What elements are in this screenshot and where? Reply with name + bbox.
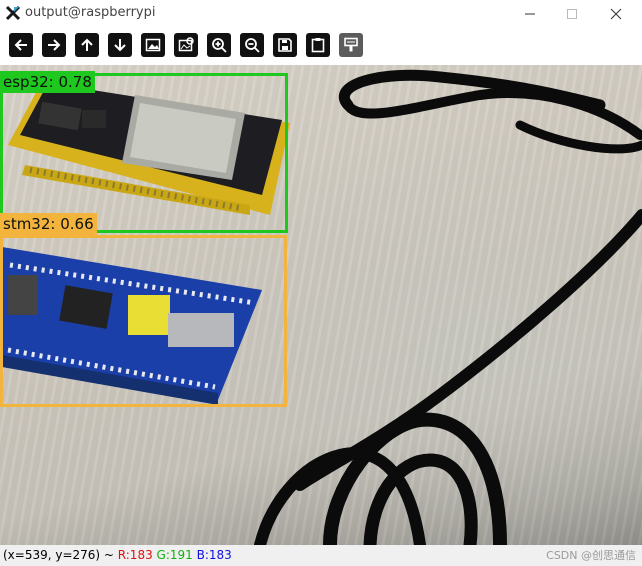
minimize-icon: [525, 13, 535, 14]
cursor-coordinates: (x=539, y=276) ~: [3, 548, 118, 562]
arrow-left-icon: [14, 39, 27, 51]
toolbar: [0, 27, 642, 65]
arrow-right-icon: [48, 39, 61, 51]
brush-icon: [344, 37, 358, 52]
pan-down-button[interactable]: [108, 33, 132, 57]
pixel-blue-value: B:183: [196, 548, 232, 562]
pan-left-button[interactable]: [9, 33, 33, 57]
arrow-down-icon: [114, 39, 126, 52]
title-bar: output@raspberrypi: [0, 0, 642, 27]
pixel-green-value: G:191: [156, 548, 193, 562]
save-button[interactable]: [273, 33, 297, 57]
app-logo-icon: [5, 5, 21, 21]
window-title: output@raspberrypi: [25, 5, 156, 20]
pan-right-button[interactable]: [42, 33, 66, 57]
arrow-up-icon: [81, 38, 93, 51]
minimize-button[interactable]: [510, 0, 550, 27]
zoom-image-window-button[interactable]: [174, 33, 198, 57]
properties-button[interactable]: [339, 33, 363, 57]
close-icon: [610, 8, 622, 19]
save-icon: [278, 38, 292, 52]
maximize-button[interactable]: [552, 0, 592, 27]
image-zoom-icon: [178, 37, 194, 52]
detection-box-stm32: [0, 235, 287, 407]
zoom-out-button[interactable]: [240, 33, 264, 57]
zoom-out-icon: [245, 38, 260, 53]
clipboard-icon: [311, 38, 325, 53]
status-bar: (x=539, y=276) ~ R:183 G:191 B:183 CSDN …: [0, 545, 642, 566]
zoom-in-button[interactable]: [207, 33, 231, 57]
image-icon: [145, 38, 161, 52]
zoom-in-icon: [212, 38, 227, 53]
close-button[interactable]: [596, 0, 636, 27]
image-canvas[interactable]: esp32: 0.78 stm32: 0.66: [0, 65, 642, 545]
zoom-in-image-button[interactable]: [141, 33, 165, 57]
detection-label-stm32: stm32: 0.66: [0, 213, 97, 235]
watermark: CSDN @创思通信: [546, 549, 636, 562]
detection-box-esp32: [0, 73, 288, 233]
pan-up-button[interactable]: [75, 33, 99, 57]
maximize-icon: [567, 8, 577, 19]
pixel-red-value: R:183: [117, 548, 153, 562]
detection-label-esp32: esp32: 0.78: [0, 71, 95, 93]
copy-button[interactable]: [306, 33, 330, 57]
